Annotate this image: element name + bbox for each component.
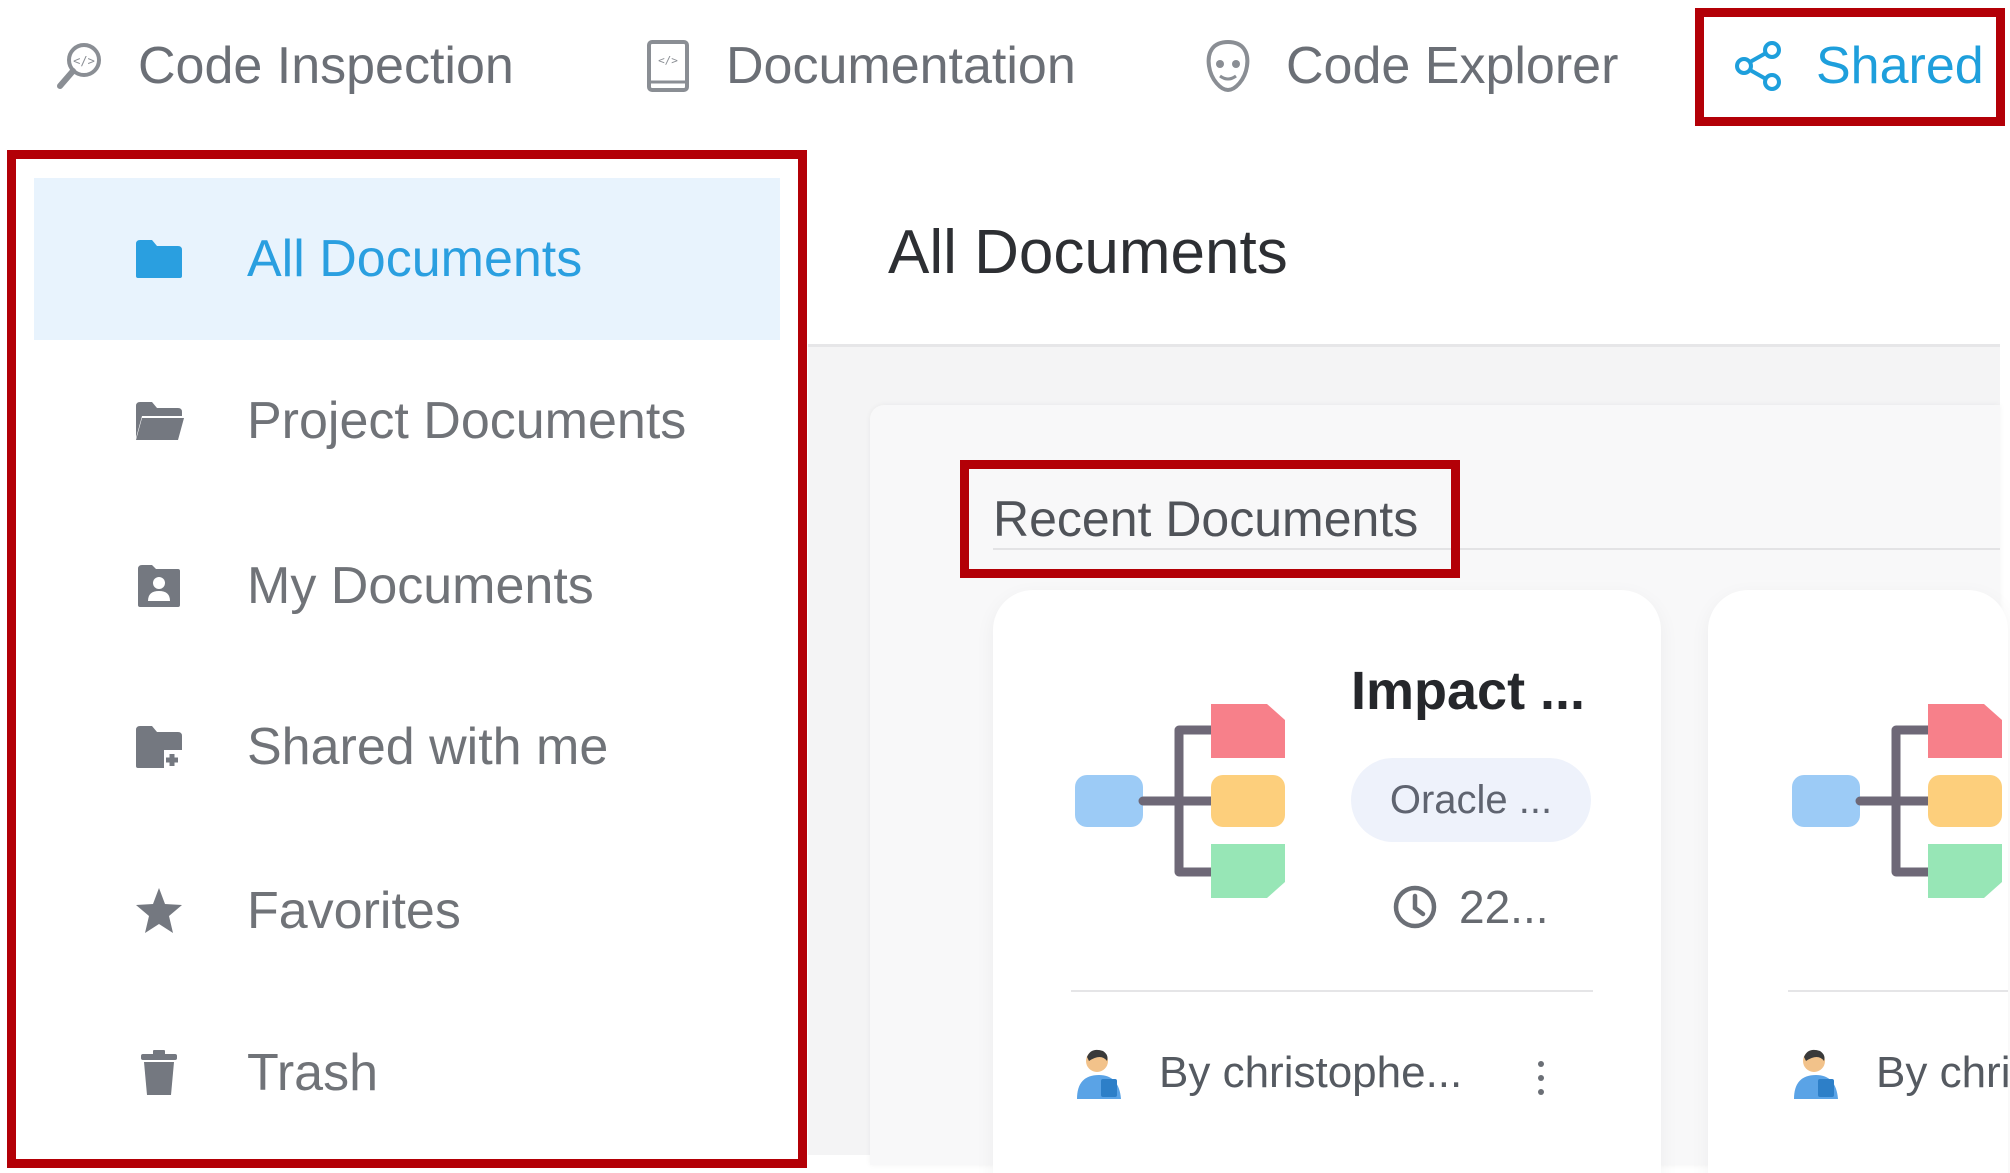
document-author-text: By christophe... xyxy=(1159,1048,1463,1097)
user-avatar-icon xyxy=(1794,1049,1838,1099)
document-author: By christophe... xyxy=(1071,1045,1462,1101)
modified-time: 22... xyxy=(1391,880,1549,934)
tab-shared-label: Shared xyxy=(1816,37,1984,95)
documentation-book-icon: </> xyxy=(638,36,698,96)
user-avatar-icon xyxy=(1077,1049,1121,1099)
card-divider xyxy=(1788,990,2008,992)
document-author-text: By chri xyxy=(1876,1048,2008,1097)
sidebar-item-all-documents[interactable]: All Documents xyxy=(34,178,780,340)
mindmap-thumbnail-icon xyxy=(1075,704,1285,898)
svg-text:</>: </> xyxy=(658,54,678,67)
share-icon xyxy=(1728,36,1788,96)
sidebar-item-label: Trash xyxy=(247,1044,378,1102)
sidebar-item-my-documents[interactable]: My Documents xyxy=(34,505,780,667)
sidebar-item-project-documents[interactable]: Project Documents xyxy=(34,340,780,502)
tab-code-inspection-label: Code Inspection xyxy=(138,37,514,95)
tab-code-explorer[interactable]: Code Explorer xyxy=(1198,28,1618,104)
main-content: All Documents Recent Documents Impact ..… xyxy=(808,155,2008,1173)
code-explorer-icon xyxy=(1198,36,1258,96)
sidebar-item-favorites[interactable]: Favorites xyxy=(34,830,780,992)
document-card[interactable]: By chri xyxy=(1708,590,2008,1173)
sidebar-item-label: All Documents xyxy=(247,230,583,288)
clock-icon xyxy=(1393,885,1437,929)
top-navigation: </> Code Inspection </> Documentation Co… xyxy=(0,0,2000,155)
tab-documentation[interactable]: </> Documentation xyxy=(638,28,1076,104)
sidebar: All Documents Project Documents My Docum… xyxy=(16,158,800,1161)
modified-time-text: 22... xyxy=(1459,881,1549,933)
sidebar-item-label: Project Documents xyxy=(247,392,687,450)
card-divider xyxy=(1071,990,1593,992)
trash-icon xyxy=(129,1043,189,1103)
shared-folder-icon xyxy=(129,717,189,777)
main-header: All Documents xyxy=(808,155,2000,347)
svg-text:</>: </> xyxy=(73,54,95,68)
section-divider xyxy=(993,548,2000,550)
recent-documents-heading: Recent Documents xyxy=(993,491,1419,547)
star-icon xyxy=(129,881,189,941)
tab-shared[interactable]: Shared xyxy=(1728,28,1984,104)
document-card[interactable]: Impact ... Oracle ... 22... By christoph… xyxy=(993,590,1661,1173)
sidebar-item-label: Favorites xyxy=(247,882,461,940)
sidebar-item-label: Shared with me xyxy=(247,718,609,776)
sidebar-item-label: My Documents xyxy=(247,557,594,615)
mindmap-thumbnail-icon xyxy=(1792,704,2002,898)
tab-documentation-label: Documentation xyxy=(726,37,1076,95)
code-inspection-icon: </> xyxy=(50,36,110,96)
user-folder-icon xyxy=(129,556,189,616)
sidebar-item-shared-with-me[interactable]: Shared with me xyxy=(34,666,780,828)
folder-open-icon xyxy=(129,391,189,451)
sidebar-item-trash[interactable]: Trash xyxy=(34,992,780,1154)
more-options-icon[interactable] xyxy=(1526,1050,1556,1106)
database-tag: Oracle ... xyxy=(1351,758,1591,842)
tab-code-explorer-label: Code Explorer xyxy=(1286,37,1619,95)
page-title: All Documents xyxy=(888,218,1288,287)
document-title[interactable]: Impact ... xyxy=(1351,660,1585,722)
tab-code-inspection[interactable]: </> Code Inspection xyxy=(50,28,514,104)
folder-icon xyxy=(129,229,189,289)
document-author: By chri xyxy=(1788,1045,2008,1101)
